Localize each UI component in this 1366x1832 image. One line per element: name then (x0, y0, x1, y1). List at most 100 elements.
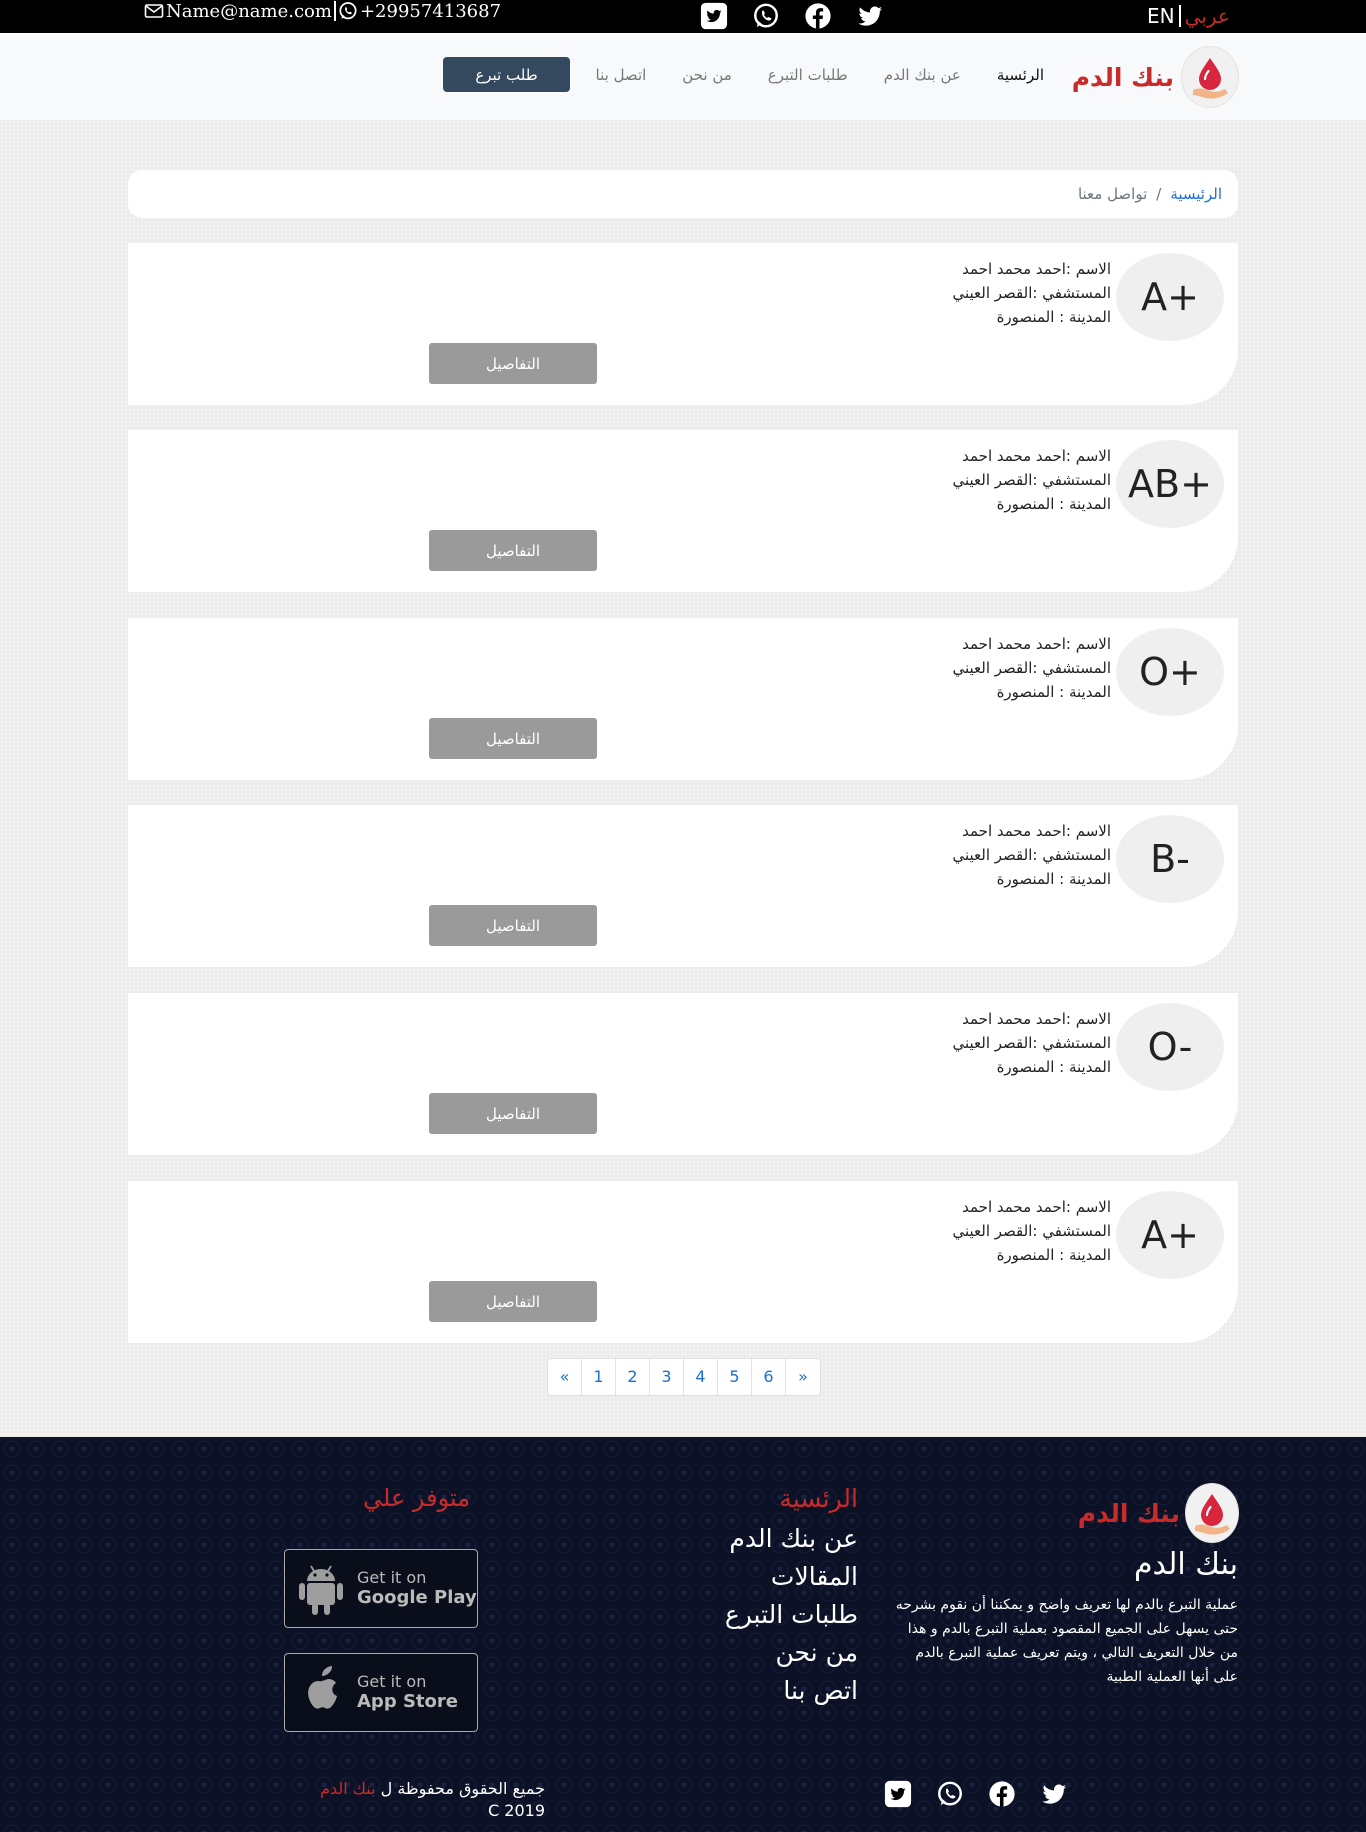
blood-drop-logo-icon (1182, 47, 1238, 107)
pagination-page-6[interactable]: 6 (752, 1359, 786, 1395)
pagination-page-2[interactable]: 2 (616, 1359, 650, 1395)
card-info: الاسم :احمد محمد احمد المستشفي :القصر ال… (952, 1007, 1111, 1079)
nav-who-we-are[interactable]: من نحن (682, 66, 732, 84)
nav-contact[interactable]: اتصل بنا (596, 66, 647, 84)
twitter-icon[interactable] (855, 2, 885, 30)
blood-type-badge: B- (1116, 815, 1224, 903)
whatsapp-small-icon (338, 1, 358, 21)
footer-link-articles[interactable]: المقالات (725, 1562, 858, 1600)
brand-name: بنك الدم (1071, 62, 1174, 92)
card-city: المدينة : المنصورة (996, 308, 1111, 326)
lang-en[interactable]: EN (1147, 5, 1181, 27)
details-button[interactable]: التفاصيل (429, 530, 597, 571)
pagination-prev[interactable]: « (548, 1359, 582, 1395)
footer-twitter-square-icon[interactable] (883, 1780, 913, 1808)
details-button[interactable]: التفاصيل (429, 905, 597, 946)
contact-separator (333, 1, 336, 21)
pagination-page-4[interactable]: 4 (684, 1359, 718, 1395)
card-hospital: المستشفي :القصر العيني (952, 284, 1111, 302)
envelope-icon (144, 4, 164, 18)
card-city: المدينة : المنصورة (996, 1246, 1111, 1264)
copyright-year: C 2019 (488, 1801, 545, 1820)
google-play-small: Get it on (357, 1567, 427, 1587)
card-name: الاسم :احمد محمد احمد (962, 260, 1111, 278)
nav-donation-requests[interactable]: طلبات التبرع (768, 66, 848, 84)
pagination-page-3[interactable]: 3 (650, 1359, 684, 1395)
footer-links: الرئسية عن بنك الدم المقالات طلبات التبر… (725, 1484, 858, 1714)
footer-link-contact[interactable]: اتص بنا (725, 1676, 858, 1714)
footer: بنك الدم بنك الدم عملية التبرع بالدم لها… (0, 1437, 1366, 1832)
whatsapp-icon[interactable] (751, 2, 781, 30)
app-store-big: App Store (357, 1690, 458, 1712)
nav-links: الرئسية عن بنك الدم طلبات التبرع من نحن … (596, 66, 1044, 84)
nav-about-bank[interactable]: عن بنك الدم (884, 66, 961, 84)
top-social-links (699, 2, 885, 30)
lang-ar[interactable]: عربي (1181, 4, 1230, 28)
footer-link-home[interactable]: الرئسية (725, 1484, 858, 1524)
footer-link-about[interactable]: عن بنك الدم (725, 1524, 858, 1562)
details-button[interactable]: التفاصيل (429, 343, 597, 384)
copyright-prefix: جميع الحقوق محفوظة ل (380, 1779, 545, 1798)
blood-type-badge: A+ (1116, 253, 1224, 341)
facebook-icon[interactable] (803, 2, 833, 30)
copyright-brand: بنك الدم (320, 1779, 376, 1798)
footer-whatsapp-icon[interactable] (935, 1780, 965, 1808)
blood-type-badge: A+ (1116, 1191, 1224, 1279)
card-name: الاسم :احمد محمد احمد (962, 822, 1111, 840)
pagination-next[interactable]: » (786, 1359, 820, 1395)
footer-blood-drop-logo-icon (1186, 1484, 1238, 1542)
google-play-text: Get it on Google Play (357, 1567, 477, 1609)
details-button[interactable]: التفاصيل (429, 1093, 597, 1134)
brand[interactable]: بنك الدم (1072, 46, 1238, 108)
card-info: الاسم :احمد محمد احمد المستشفي :القصر ال… (952, 257, 1111, 329)
twitter-square-icon[interactable] (699, 2, 729, 30)
footer-link-requests[interactable]: طلبات التبرع (725, 1600, 858, 1638)
google-play-big: Google Play (357, 1586, 477, 1608)
contact-email[interactable]: Name@name.com (166, 1, 332, 22)
details-button[interactable]: التفاصيل (429, 718, 597, 759)
donation-card: O- الاسم :احمد محمد احمد المستشفي :القصر… (128, 993, 1238, 1155)
footer-brand-name: بنك الدم (1077, 1498, 1180, 1528)
card-name: الاسم :احمد محمد احمد (962, 635, 1111, 653)
donation-card: AB+ الاسم :احمد محمد احمد المستشفي :القص… (128, 430, 1238, 592)
card-hospital: المستشفي :القصر العيني (952, 846, 1111, 864)
contact-phone[interactable]: +29957413687 (360, 1, 501, 22)
card-hospital: المستشفي :القصر العيني (952, 659, 1111, 677)
contact-info: Name@name.com +29957413687 (144, 0, 501, 22)
pagination-page-5[interactable]: 5 (718, 1359, 752, 1395)
pagination: « 1 2 3 4 5 6 » (547, 1358, 821, 1396)
nav-home[interactable]: الرئسية (997, 66, 1044, 84)
app-store-badge[interactable]: Get it on App Store (284, 1653, 478, 1732)
card-city: المدينة : المنصورة (996, 683, 1111, 701)
blood-type-badge: O- (1116, 1003, 1224, 1091)
details-button[interactable]: التفاصيل (429, 1281, 597, 1322)
card-hospital: المستشفي :القصر العيني (952, 471, 1111, 489)
card-name: الاسم :احمد محمد احمد (962, 1198, 1111, 1216)
pagination-page-1[interactable]: 1 (582, 1359, 616, 1395)
card-name: الاسم :احمد محمد احمد (962, 1010, 1111, 1028)
donation-card: A+ الاسم :احمد محمد احمد المستشفي :القصر… (128, 243, 1238, 405)
android-icon (299, 1565, 343, 1615)
footer-brand[interactable]: بنك الدم (1078, 1484, 1238, 1542)
app-store-text: Get it on App Store (357, 1672, 458, 1713)
card-city: المدينة : المنصورة (996, 1058, 1111, 1076)
card-hospital: المستشفي :القصر العيني (952, 1222, 1111, 1240)
available-on-heading: متوفر علي (363, 1484, 471, 1512)
footer-social-links (883, 1780, 1069, 1808)
language-switcher: EN عربي (1147, 4, 1230, 28)
breadcrumb-separator: / (1156, 185, 1162, 203)
footer-twitter-icon[interactable] (1039, 1780, 1069, 1808)
copyright: جميع الحقوق محفوظة ل بنك الدم C 2019 (320, 1778, 545, 1822)
request-donation-button[interactable]: طلب تبرع (443, 57, 570, 92)
blood-type-badge: AB+ (1116, 440, 1224, 528)
footer-facebook-icon[interactable] (987, 1780, 1017, 1808)
card-hospital: المستشفي :القصر العيني (952, 1034, 1111, 1052)
google-play-badge[interactable]: Get it on Google Play (284, 1549, 478, 1628)
footer-link-who-we-are[interactable]: من نحن (725, 1638, 859, 1676)
top-bar: Name@name.com +29957413687 EN عربي (0, 0, 1366, 33)
breadcrumb: الرئيسية / تواصل معنا (128, 170, 1238, 218)
breadcrumb-home[interactable]: الرئيسية (1170, 185, 1222, 203)
card-info: الاسم :احمد محمد احمد المستشفي :القصر ال… (952, 632, 1111, 704)
footer-title: بنك الدم (1133, 1547, 1238, 1582)
apple-icon (308, 1665, 337, 1709)
